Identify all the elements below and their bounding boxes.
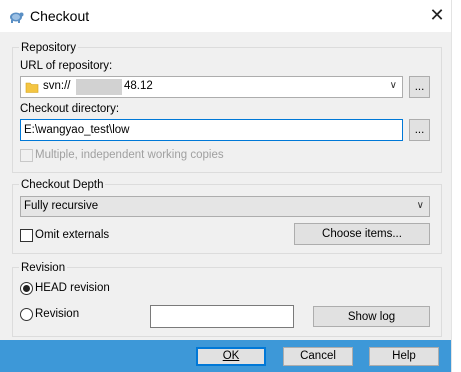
multiple-copies-label: Multiple, independent working copies <box>35 149 224 161</box>
url-prefix: svn:// <box>43 80 71 92</box>
ok-button[interactable]: OK <box>196 347 266 366</box>
dir-browse-button[interactable]: ... <box>409 119 430 141</box>
repository-group-label: Repository <box>19 41 78 55</box>
url-label: URL of repository: <box>20 60 113 72</box>
window-title: Checkout <box>30 8 90 24</box>
head-revision-label: HEAD revision <box>35 282 110 294</box>
help-button[interactable]: Help <box>369 347 439 366</box>
url-combobox[interactable]: svn:// 48.12 ∨ <box>20 76 403 98</box>
revision-label: Revision <box>35 308 80 320</box>
multiple-copies-checkbox[interactable] <box>20 149 33 162</box>
revision-input[interactable] <box>150 305 294 328</box>
choose-items-button[interactable]: Choose items... <box>294 223 430 245</box>
head-revision-radio[interactable] <box>20 282 33 295</box>
depth-select-value: Fully recursive <box>24 200 99 212</box>
checkout-dir-input[interactable]: E:\wangyao_test\low <box>20 119 403 141</box>
checkout-dir-label: Checkout directory: <box>20 103 120 115</box>
ok-label: OK <box>222 350 240 362</box>
omit-externals-checkbox[interactable] <box>20 229 33 242</box>
chevron-down-icon[interactable]: ∨ <box>417 200 424 211</box>
checkout-depth-group-label: Checkout Depth <box>19 178 106 192</box>
revision-radio[interactable] <box>20 308 33 321</box>
title-bar: Checkout ✕ <box>0 0 461 32</box>
cancel-button[interactable]: Cancel <box>283 347 353 366</box>
url-browse-button[interactable]: ... <box>409 76 430 98</box>
window-edge <box>451 0 461 372</box>
url-suffix: 48.12 <box>124 80 153 92</box>
chevron-down-icon[interactable]: ∨ <box>390 80 397 91</box>
radio-selected-dot <box>23 285 30 292</box>
revision-group-label: Revision <box>19 261 68 275</box>
show-log-button[interactable]: Show log <box>313 306 430 327</box>
depth-select[interactable]: Fully recursive ∨ <box>20 196 430 217</box>
folder-icon <box>25 82 39 93</box>
close-icon[interactable]: ✕ <box>425 4 449 26</box>
omit-externals-label: Omit externals <box>35 229 110 241</box>
url-redacted-block <box>76 79 122 95</box>
tortoise-app-icon <box>10 12 24 23</box>
